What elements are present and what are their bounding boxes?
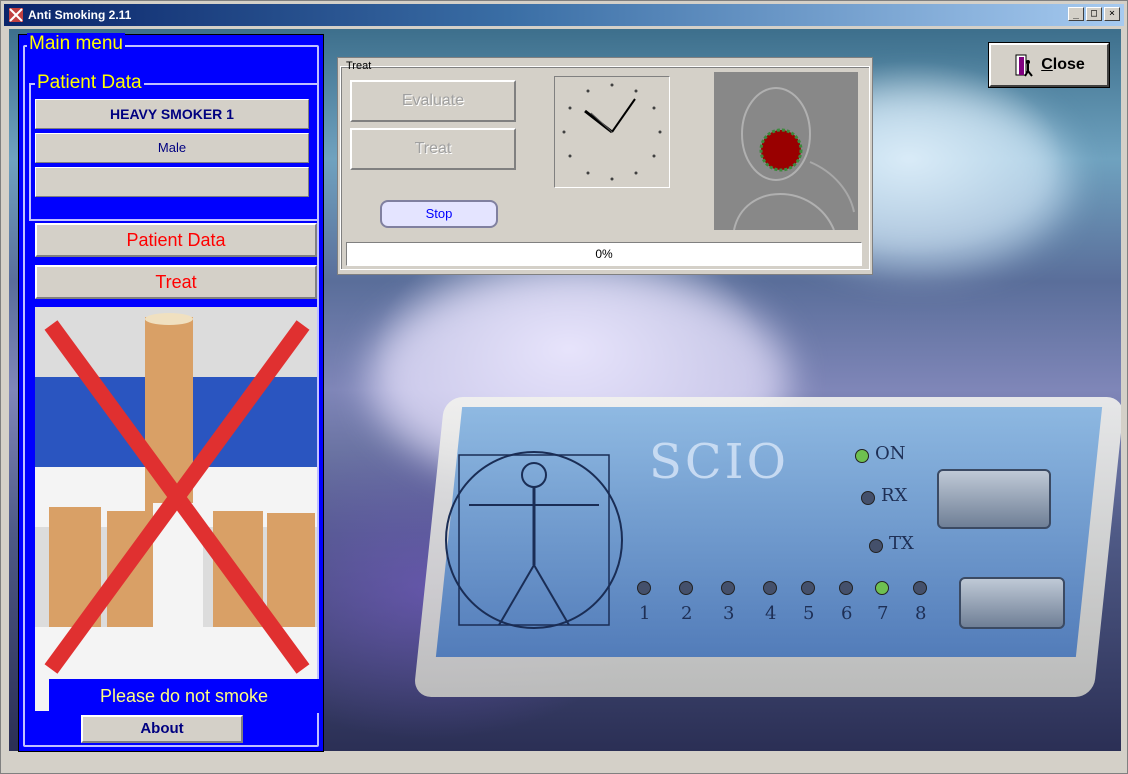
minimize-button[interactable]: _ (1068, 7, 1084, 21)
channel-label-5: 5 (803, 603, 815, 624)
channel-led-5 (801, 581, 815, 595)
face-target-icon (714, 72, 858, 230)
patient-data-group: Patient Data HEAVY SMOKER 1 Male (29, 72, 319, 221)
channel-led-3 (721, 581, 735, 595)
clock-icon (554, 76, 670, 188)
stop-button[interactable]: Stop (380, 200, 498, 228)
channel-led-7 (875, 581, 889, 595)
label-on: ON (875, 443, 906, 464)
channel-label-7: 7 (877, 603, 889, 624)
no-smoking-notice: Please do not smoke (49, 679, 319, 713)
led-rx (861, 491, 875, 505)
treat-panel: Treat Evaluate Treat Stop 0% (337, 57, 873, 275)
channel-label-1: 1 (639, 603, 651, 624)
patient-gender-field: Male (35, 133, 309, 163)
about-button[interactable]: About (81, 715, 243, 743)
led-tx (869, 539, 883, 553)
label-rx: RX (881, 485, 908, 506)
channel-led-2 (679, 581, 693, 595)
channel-label-6: 6 (841, 603, 853, 624)
vitruvian-man-icon (445, 451, 623, 629)
no-smoking-image (35, 307, 317, 711)
patient-data-button[interactable]: Patient Data (35, 223, 317, 257)
patient-extra-field (35, 167, 309, 197)
treatment-progress-bar: 0% (346, 242, 862, 266)
app-window: Anti Smoking 2.11 _ □ × SCIO ON RX TX 1 … (0, 0, 1128, 774)
treat-menu-button[interactable]: Treat (35, 265, 317, 299)
face-scan-image (714, 72, 858, 230)
channel-label-3: 3 (723, 603, 735, 624)
label-tx: TX (889, 533, 914, 554)
channel-label-2: 2 (681, 603, 693, 624)
crossed-cigarettes-icon (35, 307, 317, 711)
clock-face (562, 83, 662, 181)
led-on (855, 449, 869, 463)
window-title: Anti Smoking 2.11 (28, 8, 132, 22)
serial-port-top (937, 469, 1051, 529)
channel-label-4: 4 (765, 603, 777, 624)
device-brand: SCIO (649, 434, 789, 490)
patient-name-field: HEAVY SMOKER 1 (35, 99, 309, 129)
close-window-button[interactable]: × (1104, 7, 1120, 21)
channel-led-8 (913, 581, 927, 595)
treat-button[interactable]: Treat (350, 128, 516, 170)
main-menu-title: Main menu (27, 33, 125, 55)
close-button-label: Close (1041, 56, 1085, 73)
exit-door-icon (1015, 54, 1033, 77)
close-button[interactable]: Close (988, 42, 1110, 88)
channel-label-8: 8 (915, 603, 927, 624)
channel-led-6 (839, 581, 853, 595)
main-menu-panel: Main menu Patient Data HEAVY SMOKER 1 Ma… (18, 33, 324, 752)
serial-port-bottom (959, 577, 1065, 629)
patient-data-group-title: Patient Data (35, 72, 144, 94)
app-icon (9, 8, 23, 22)
title-bar[interactable]: Anti Smoking 2.11 _ □ × (4, 4, 1124, 26)
channel-led-1 (637, 581, 651, 595)
evaluate-button[interactable]: Evaluate (350, 80, 516, 122)
treat-panel-title: Treat (346, 60, 372, 72)
maximize-button[interactable]: □ (1086, 7, 1102, 21)
channel-led-4 (763, 581, 777, 595)
